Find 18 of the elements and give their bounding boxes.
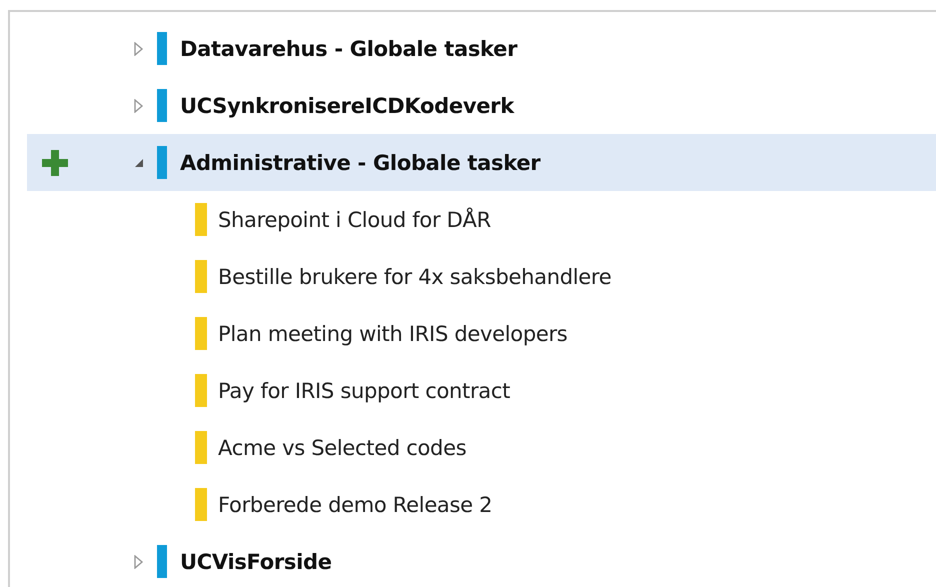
group-label: UCVisForside: [180, 550, 332, 574]
expand-arrow-icon[interactable]: [133, 98, 145, 112]
group-label: Datavarehus - Globale tasker: [180, 36, 518, 60]
tree-row[interactable]: Administrative - Globale tasker: [27, 134, 936, 191]
add-icon[interactable]: [40, 148, 70, 178]
task-label[interactable]: Sharepoint i Cloud for DÅR: [218, 208, 491, 232]
expand-arrow-icon[interactable]: [133, 554, 145, 568]
task-label[interactable]: Plan meeting with IRIS developers: [218, 322, 568, 346]
tree-row[interactable]: Datavarehus - Globale tasker: [27, 20, 936, 77]
expand-arrow-icon[interactable]: [133, 42, 145, 56]
task-label[interactable]: Pay for IRIS support contract: [218, 378, 510, 402]
task-label[interactable]: Bestille brukere for 4x saksbehandlere: [218, 264, 612, 288]
tree-row[interactable]: UCSynkronisereICDKodeverk: [27, 77, 936, 134]
tree-row[interactable]: UCVisForside: [27, 533, 936, 587]
group-label: UCSynkronisereICDKodeverk: [180, 94, 514, 118]
task-label[interactable]: Forberede demo Release 2: [218, 492, 492, 516]
group-label: Administrative - Globale tasker: [180, 150, 540, 174]
task-label[interactable]: Acme vs Selected codes: [218, 436, 466, 460]
